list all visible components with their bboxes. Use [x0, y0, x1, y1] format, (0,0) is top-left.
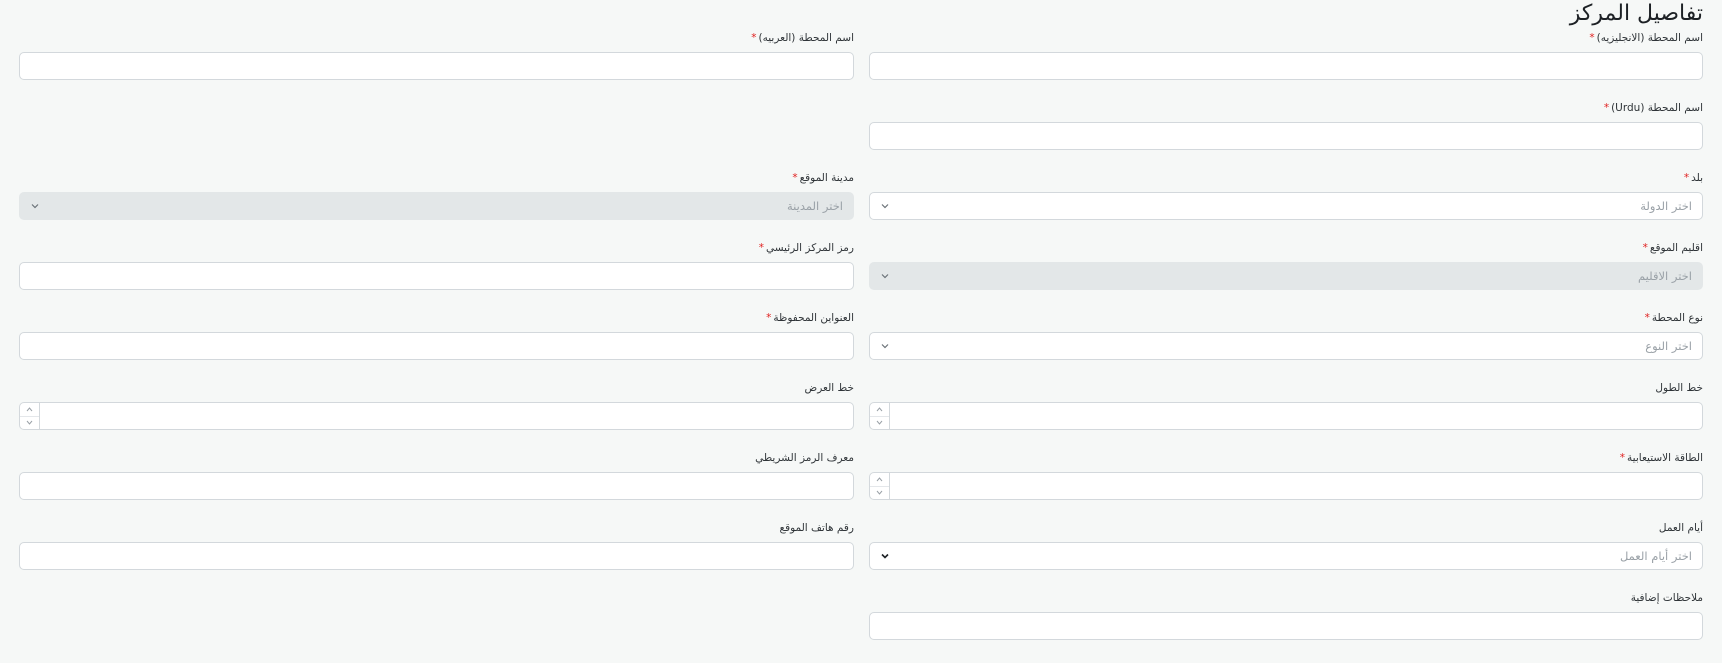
longitude-label: خط الطول — [1655, 382, 1703, 394]
required-mark: * — [758, 242, 764, 254]
station-type-select[interactable]: اختر النوع — [869, 332, 1703, 360]
barcode-id-input[interactable] — [19, 472, 854, 500]
required-mark: * — [1644, 312, 1650, 324]
chevron-down-icon — [881, 342, 889, 350]
barcode-id-label: معرف الرمز الشريطي — [755, 452, 854, 464]
working-days-placeholder: اختر أيام العمل — [1619, 549, 1692, 563]
working-days-select[interactable]: اختر أيام العمل — [869, 542, 1703, 570]
city-label: مدينة الموقع* — [792, 172, 854, 184]
region-field: اقليم الموقع* اختر الاقليم — [869, 240, 1703, 290]
additional-notes-field: ملاحظات إضافية — [869, 590, 1703, 640]
page-title: تفاصيل المركز — [1569, 1, 1703, 26]
station-type-label: نوع المحطة* — [1644, 312, 1703, 324]
station-name-en-label: اسم المحطة (الانجليزيه)* — [1589, 32, 1703, 44]
country-label: بلد* — [1683, 172, 1703, 184]
increment-button[interactable] — [20, 403, 39, 417]
station-name-ar-field: اسم المحطة (العربيه)* — [19, 30, 854, 80]
required-mark: * — [1619, 452, 1626, 464]
decrement-button[interactable] — [870, 416, 889, 429]
main-center-code-field: رمز المركز الرئيسي* — [19, 240, 854, 290]
required-mark: * — [792, 172, 798, 184]
number-stepper — [870, 403, 890, 429]
latitude-field: خط العرض — [19, 380, 854, 430]
station-name-ur-label: اسم المحطة (Urdu)* — [1603, 102, 1703, 114]
main-center-code-input[interactable] — [19, 262, 854, 290]
station-name-ar-label: اسم المحطة (العربيه)* — [751, 32, 854, 44]
station-name-ur-field: اسم المحطة (Urdu)* — [869, 100, 1703, 150]
main-center-code-label: رمز المركز الرئيسي* — [758, 242, 854, 254]
barcode-id-field: معرف الرمز الشريطي — [19, 450, 854, 500]
region-label: اقليم الموقع* — [1642, 242, 1703, 254]
country-field: بلد* اختر الدولة — [869, 170, 1703, 220]
capacity-field: الطاقة الاستيعابية* — [869, 450, 1703, 500]
site-phone-label: رقم هاتف الموقع — [779, 522, 855, 534]
increment-button[interactable] — [870, 403, 889, 417]
saved-addresses-label: العنواين المحفوظة* — [766, 312, 854, 324]
required-mark: * — [751, 32, 757, 44]
capacity-label: الطاقة الاستيعابية* — [1619, 452, 1703, 464]
chevron-down-icon — [881, 552, 889, 560]
number-stepper — [870, 473, 890, 499]
region-select[interactable]: اختر الاقليم — [869, 262, 1703, 290]
station-name-ar-input[interactable] — [19, 52, 854, 80]
station-name-ur-input[interactable] — [869, 122, 1703, 150]
required-mark: * — [1603, 102, 1610, 114]
station-name-en-input[interactable] — [869, 52, 1703, 80]
increment-button[interactable] — [870, 473, 889, 487]
station-type-placeholder: اختر النوع — [1645, 339, 1692, 353]
required-mark: * — [766, 312, 772, 324]
working-days-field: أيام العمل اختر أيام العمل — [869, 520, 1703, 570]
decrement-button[interactable] — [20, 416, 39, 429]
station-type-field: نوع المحطة* اختر النوع — [869, 310, 1703, 360]
latitude-number-input[interactable] — [19, 402, 854, 430]
latitude-label: خط العرض — [804, 382, 854, 394]
required-mark: * — [1642, 242, 1648, 254]
saved-addresses-input[interactable] — [19, 332, 854, 360]
required-mark: * — [1683, 172, 1690, 184]
site-phone-input[interactable] — [19, 542, 854, 570]
city-field: مدينة الموقع* اختر المدينة — [19, 170, 854, 220]
number-stepper — [20, 403, 40, 429]
capacity-number-input[interactable] — [869, 472, 1703, 500]
chevron-down-icon — [881, 202, 889, 210]
station-name-en-field: اسم المحطة (الانجليزيه)* — [869, 30, 1703, 80]
country-select[interactable]: اختر الدولة — [869, 192, 1703, 220]
decrement-button[interactable] — [870, 486, 889, 499]
longitude-field: خط الطول — [869, 380, 1703, 430]
additional-notes-label: ملاحظات إضافية — [1630, 592, 1703, 604]
city-placeholder: اختر المدينة — [787, 199, 843, 213]
longitude-number-input[interactable] — [869, 402, 1703, 430]
site-phone-field: رقم هاتف الموقع — [19, 520, 855, 570]
working-days-label: أيام العمل — [1658, 522, 1703, 534]
additional-notes-input[interactable] — [869, 612, 1703, 640]
chevron-down-icon — [31, 202, 39, 210]
saved-addresses-field: العنواين المحفوظة* — [19, 310, 854, 360]
country-placeholder: اختر الدولة — [1640, 199, 1692, 213]
city-select[interactable]: اختر المدينة — [19, 192, 854, 220]
required-mark: * — [1589, 32, 1595, 44]
region-placeholder: اختر الاقليم — [1638, 269, 1692, 283]
chevron-down-icon — [881, 272, 889, 280]
